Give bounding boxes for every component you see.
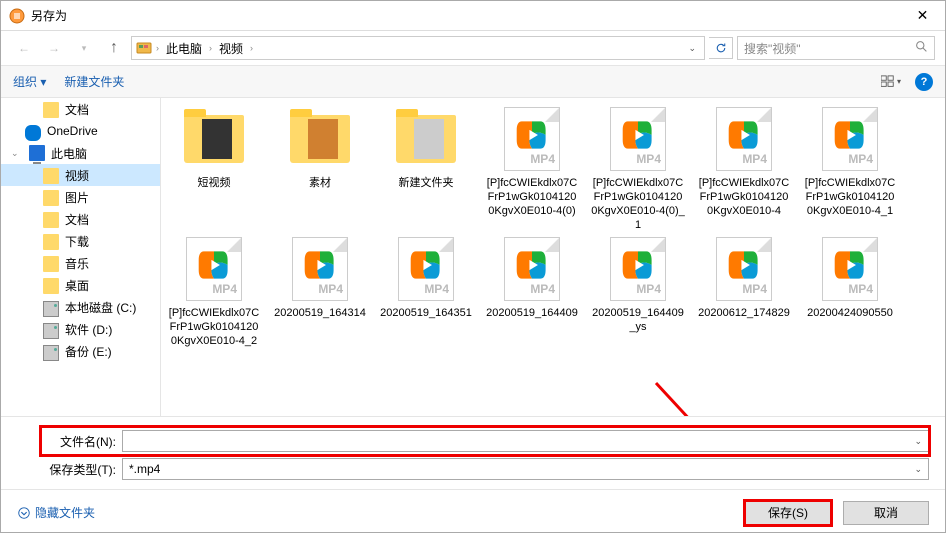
sidebar-item-11[interactable]: 备份 (E:): [1, 340, 160, 362]
sidebar-label: 备份 (E:): [65, 343, 112, 360]
sidebar-item-3[interactable]: 视频: [1, 164, 160, 186]
file-name: 20200519_164351: [377, 306, 475, 320]
search-placeholder: 搜索"视频": [744, 40, 801, 57]
crumb-sep-icon: ›: [209, 43, 212, 53]
file-name: 20200519_164409: [483, 306, 581, 320]
annotation-arrow: [651, 378, 791, 416]
sidebar-item-8[interactable]: 桌面: [1, 274, 160, 296]
file-item[interactable]: 素材: [271, 106, 369, 232]
file-name: 新建文件夹: [377, 176, 475, 190]
hide-folders-link[interactable]: 隐藏文件夹: [17, 504, 95, 521]
sidebar-label: 本地磁盘 (C:): [65, 299, 136, 316]
file-name: 短视频: [165, 176, 263, 190]
sidebar-item-7[interactable]: 音乐: [1, 252, 160, 274]
sidebar-label: OneDrive: [47, 124, 98, 138]
organize-menu[interactable]: 组织 ▾: [13, 73, 46, 90]
filetype-value: *.mp4: [129, 462, 160, 476]
file-item[interactable]: 新建文件夹: [377, 106, 475, 232]
file-item[interactable]: MP42020042409055​0: [801, 236, 899, 348]
filetype-row: 保存类型(T): *.mp4 ⌄: [41, 455, 929, 483]
navbar: ← → ▾ ↑ › 此电脑 › 视频 › ⌄ 搜索"视频": [1, 31, 945, 66]
sidebar-label: 视频: [65, 167, 89, 184]
crumb-sep-icon: ›: [156, 43, 159, 53]
sidebar-label: 软件 (D:): [65, 321, 112, 338]
sidebar-label: 文档: [65, 101, 89, 118]
filename-label: 文件名(N):: [41, 433, 116, 450]
up-button[interactable]: ↑: [101, 35, 127, 61]
recent-dropdown[interactable]: ▾: [71, 35, 97, 61]
forward-button[interactable]: →: [41, 35, 67, 61]
file-item[interactable]: MP4[P]fcCWIEkdlx07CFrP1wGk01041200KgvX0E…: [589, 106, 687, 232]
file-item[interactable]: MP420200519_164351: [377, 236, 475, 348]
crumb-sep-icon: ›: [250, 43, 253, 53]
file-item[interactable]: MP420200519_164409_ys: [589, 236, 687, 348]
cancel-button[interactable]: 取消: [843, 501, 929, 525]
new-folder-button[interactable]: 新建文件夹: [64, 73, 124, 90]
sidebar-item-2[interactable]: ⌄此电脑: [1, 142, 160, 164]
sidebar-item-5[interactable]: 文档: [1, 208, 160, 230]
footer-fields: 文件名(N): ⌄ 保存类型(T): *.mp4 ⌄: [1, 416, 945, 489]
address-bar[interactable]: › 此电脑 › 视频 › ⌄: [131, 36, 705, 60]
filename-row: 文件名(N): ⌄: [41, 427, 929, 455]
sidebar-item-4[interactable]: 图片: [1, 186, 160, 208]
chevron-down-icon[interactable]: ⌄: [914, 464, 922, 475]
sidebar-item-1[interactable]: OneDrive: [1, 120, 160, 142]
view-mode-button[interactable]: ▾: [881, 72, 901, 92]
crumb-1[interactable]: 此电脑: [163, 38, 205, 59]
sidebar-label: 图片: [65, 189, 89, 206]
file-item[interactable]: MP420200519_164314: [271, 236, 369, 348]
chevron-down-icon[interactable]: ⌄: [914, 436, 922, 447]
filename-input[interactable]: ⌄: [122, 430, 929, 452]
app-icon: [9, 8, 25, 24]
filename-field[interactable]: [129, 434, 914, 448]
file-content[interactable]: 短视频素材新建文件夹 MP4[P]fcCWIEkdlx07CFrP1wGk0104…: [161, 98, 945, 416]
file-name: 20200519_164314: [271, 306, 369, 320]
help-button[interactable]: ?: [915, 73, 933, 91]
file-name: 20200612_174829: [695, 306, 793, 320]
file-item[interactable]: MP4[P]fcCWIEkdlx07CFrP1wGk01041200KgvX0E…: [801, 106, 899, 232]
search-input[interactable]: 搜索"视频": [737, 36, 935, 60]
sidebar-label: 此电脑: [51, 145, 87, 162]
filetype-select[interactable]: *.mp4 ⌄: [122, 458, 929, 480]
crumb-2[interactable]: 视频: [216, 38, 246, 59]
sidebar-item-9[interactable]: 本地磁盘 (C:): [1, 296, 160, 318]
sidebar-item-0[interactable]: 文档: [1, 98, 160, 120]
refresh-button[interactable]: [709, 37, 733, 59]
file-item[interactable]: MP4[P]fcCWIEkdlx07CFrP1wGk01041200KgvX0E…: [165, 236, 263, 348]
sidebar-label: 下载: [65, 233, 89, 250]
file-name: 2020042409055​0: [801, 306, 899, 320]
file-name: 素材: [271, 176, 369, 190]
sidebar-item-10[interactable]: 软件 (D:): [1, 318, 160, 340]
sidebar-label: 桌面: [65, 277, 89, 294]
file-item[interactable]: 短视频: [165, 106, 263, 232]
search-icon: [915, 40, 928, 56]
filetype-label: 保存类型(T):: [41, 461, 116, 478]
file-item[interactable]: MP4[P]fcCWIEkdlx07CFrP1wGk01041200KgvX0E…: [483, 106, 581, 232]
file-name: [P]fcCWIEkdlx07CFrP1wGk01041200KgvX0E010…: [801, 176, 899, 218]
sidebar-label: 音乐: [65, 255, 89, 272]
address-dropdown[interactable]: ⌄: [684, 43, 700, 54]
file-name: [P]fcCWIEkdlx07CFrP1wGk01041200KgvX0E010…: [165, 306, 263, 348]
file-name: [P]fcCWIEkdlx07CFrP1wGk01041200KgvX0E010…: [589, 176, 687, 232]
file-item[interactable]: MP4[P]fcCWIEkdlx07CFrP1wGk01041200KgvX0E…: [695, 106, 793, 232]
titlebar: 另存为 ✕: [1, 1, 945, 31]
footer-buttons: 隐藏文件夹 保存(S) 取消: [1, 489, 945, 535]
sidebar: 文档OneDrive⌄此电脑视频图片文档下载音乐桌面本地磁盘 (C:)软件 (D…: [1, 98, 161, 416]
chevron-down-icon: [17, 506, 31, 520]
toolbar: 组织 ▾ 新建文件夹 ▾ ?: [1, 66, 945, 98]
file-item[interactable]: MP420200612_174829: [695, 236, 793, 348]
sidebar-label: 文档: [65, 211, 89, 228]
back-button[interactable]: ←: [11, 35, 37, 61]
file-name: 20200519_164409_ys: [589, 306, 687, 334]
location-icon: [136, 40, 152, 56]
close-button[interactable]: ✕: [900, 1, 945, 30]
save-button[interactable]: 保存(S): [745, 501, 831, 525]
sidebar-item-6[interactable]: 下载: [1, 230, 160, 252]
window-title: 另存为: [31, 7, 900, 24]
file-name: [P]fcCWIEkdlx07CFrP1wGk01041200KgvX0E010…: [695, 176, 793, 218]
file-item[interactable]: MP420200519_164409: [483, 236, 581, 348]
file-name: [P]fcCWIEkdlx07CFrP1wGk01041200KgvX0E010…: [483, 176, 581, 218]
